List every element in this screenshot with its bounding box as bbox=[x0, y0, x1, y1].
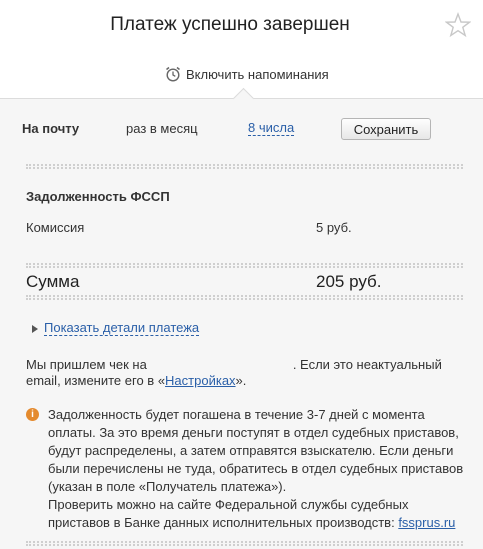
reminder-channel: На почту bbox=[22, 121, 80, 136]
total-label: Сумма bbox=[26, 272, 80, 291]
show-details-link[interactable]: Показать детали платежа bbox=[44, 321, 200, 336]
divider bbox=[26, 263, 463, 265]
notice-check: Проверить можно на сайте Федеральной слу… bbox=[48, 497, 409, 530]
enable-reminders-label: Включить напоминания bbox=[186, 66, 329, 82]
receipt-suffix: ». bbox=[235, 373, 247, 388]
reminder-day-link[interactable]: 8 числа bbox=[248, 121, 295, 136]
divider bbox=[26, 544, 463, 546]
fssprus-link[interactable]: fssprus.ru bbox=[398, 515, 455, 530]
alarm-clock-icon bbox=[166, 66, 180, 82]
notice-body: Задолженность будет погашена в течение 3… bbox=[48, 407, 464, 494]
total-value: 205 руб. bbox=[316, 272, 382, 291]
header: Платеж успешно завершен Включить напомин… bbox=[0, 0, 483, 98]
divider bbox=[26, 295, 463, 297]
notice-text: Задолженность будет погашена в течение 3… bbox=[48, 406, 468, 532]
reminder-settings-row: На почту раз в месяц 8 числа Сохранить bbox=[0, 99, 483, 157]
expand-triangle-icon bbox=[32, 324, 38, 333]
receipt-message: Мы пришлем чек на. Если это неактуальный… bbox=[26, 357, 466, 389]
divider bbox=[26, 167, 463, 169]
divider bbox=[26, 541, 463, 543]
divider bbox=[26, 266, 463, 268]
save-button[interactable]: Сохранить bbox=[341, 118, 431, 140]
divider bbox=[26, 298, 463, 300]
divider bbox=[26, 164, 463, 166]
enable-reminders-toggle[interactable]: Включить напоминания bbox=[165, 66, 329, 82]
reminder-frequency: раз в месяц bbox=[126, 121, 198, 136]
star-icon[interactable] bbox=[445, 12, 471, 38]
fee-value: 5 руб. bbox=[316, 220, 352, 235]
show-details-toggle[interactable]: Показать детали платежа bbox=[32, 321, 200, 336]
page-title: Платеж успешно завершен bbox=[110, 14, 350, 35]
settings-link[interactable]: Настройках bbox=[165, 373, 236, 388]
info-icon: i bbox=[26, 408, 39, 421]
fee-label: Комиссия bbox=[26, 220, 85, 235]
receipt-prefix: Мы пришлем чек на bbox=[26, 357, 147, 372]
service-name: Задолженность ФССП bbox=[26, 189, 170, 204]
